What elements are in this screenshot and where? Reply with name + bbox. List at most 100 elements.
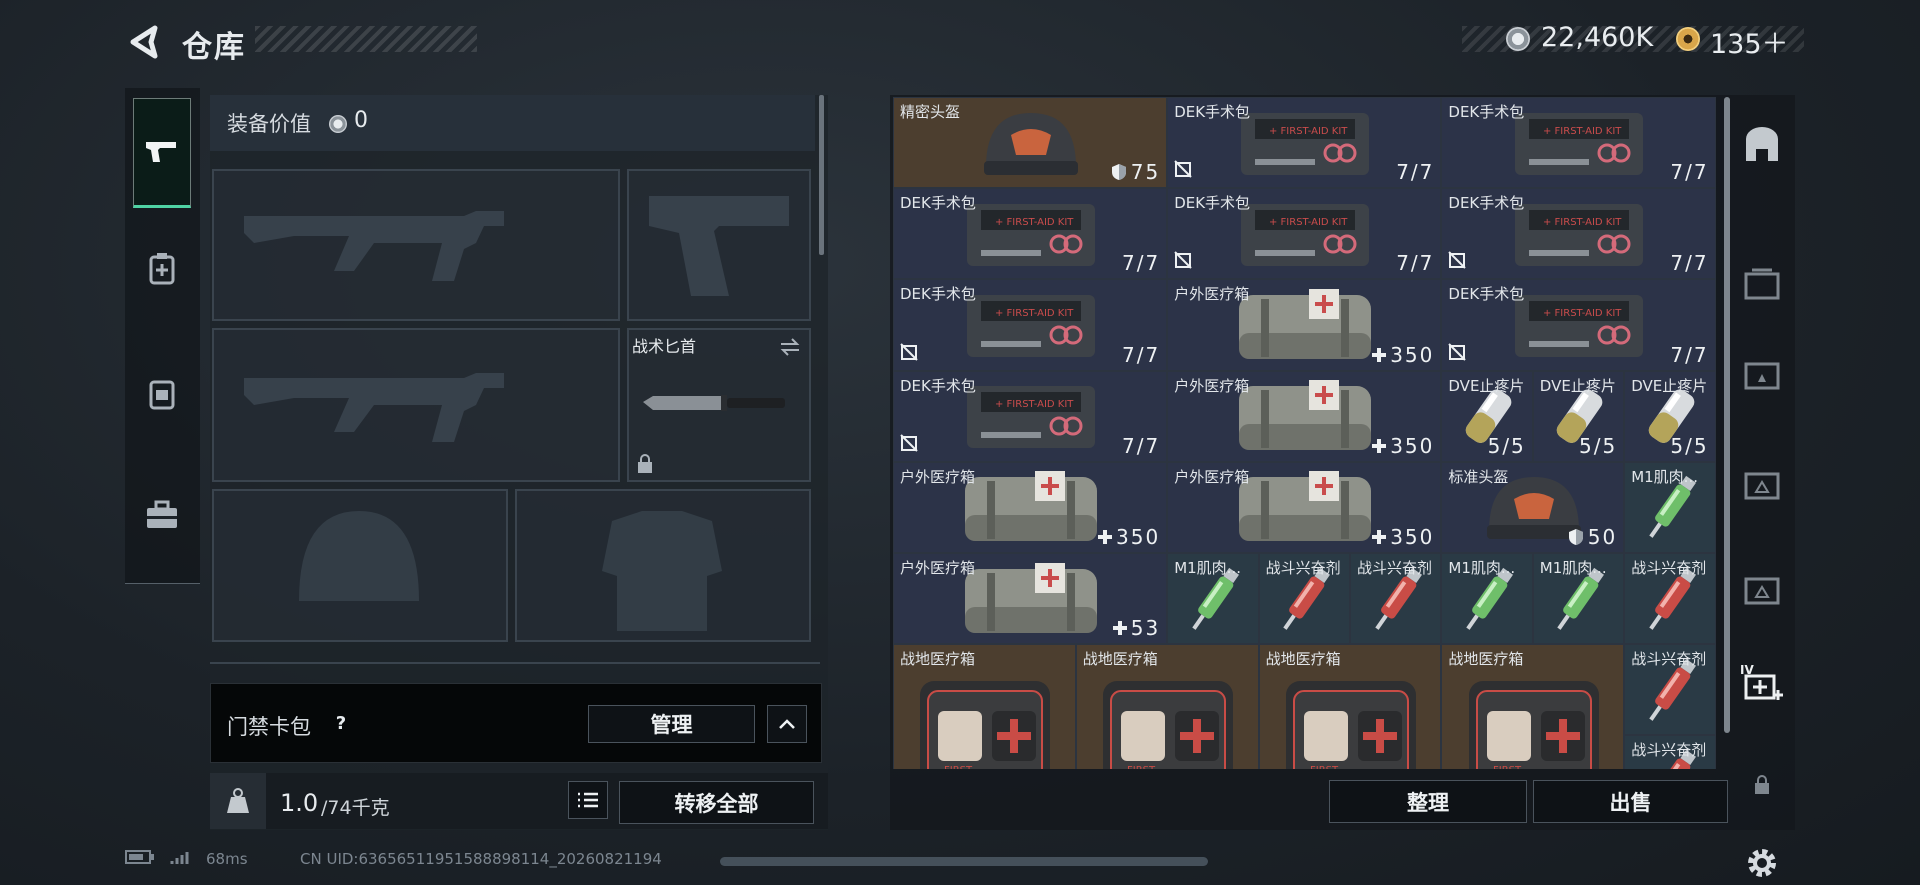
container-1-icon[interactable] [1740,262,1784,306]
item-name: 战斗兴奋剂 [1357,559,1433,577]
inventory-item[interactable]: M1肌肉... [1167,553,1259,645]
inventory-item[interactable]: DEK手术包 + FIRST-AID KIT 7/7 [1167,97,1442,189]
category-tabs [125,88,200,584]
item-name: DEK手术包 [1174,103,1251,121]
inventory-item[interactable]: 战地医疗箱 FIRST [893,644,1076,769]
field-medbox-icon: FIRST [1276,671,1426,769]
divider [210,662,820,664]
keycard-label: 门禁卡包 [227,715,311,739]
container-4-icon[interactable] [1740,567,1784,611]
settings-gear-icon[interactable] [1740,841,1784,885]
transfer-all-button[interactable]: 转移全部 [619,781,814,824]
field-medbox-icon: FIRST [1459,671,1609,769]
inventory-item[interactable]: DEK手术包 + FIRST-AID KIT 7/7 [893,370,1168,462]
armor-slot[interactable] [515,489,811,642]
inventory-item[interactable]: 户外医疗箱 350 [893,461,1168,553]
item-count: 350 [1371,525,1434,549]
item-name: 户外医疗箱 [900,467,976,486]
locked-slot-icon [1740,763,1784,807]
surgery-kit-icon: + FIRST-AID KIT [1509,287,1649,369]
inventory-item[interactable]: DEK手术包 + FIRST-AID KIT 7/7 [1441,97,1716,189]
inventory-item[interactable]: 战斗兴奋剂 [1624,553,1716,645]
inventory-item[interactable]: DEK手术包 + FIRST-AID KIT 7/7 [1441,188,1716,280]
inventory-item[interactable]: M1肌肉... [1624,461,1716,553]
back-arrow-icon [130,25,158,59]
inventory-item[interactable]: 战地医疗箱 FIRST [1441,644,1625,769]
inventory-item[interactable]: DVE止疼片 5/5 [1441,370,1533,462]
manage-button[interactable]: 管理 [588,705,755,743]
svg-text:FIRST: FIRST [1310,765,1339,769]
pistol-silhouette-icon [649,196,789,296]
tab-medical[interactable] [133,213,191,323]
item-name: M1肌肉... [1539,559,1607,577]
medical-container-icon[interactable]: IV [1740,660,1784,704]
item-name: DEK手术包 [1448,285,1525,304]
svg-text:+ FIRST-AID KIT: + FIRST-AID KIT [1543,308,1622,319]
item-count: 7/7 [1396,251,1435,276]
home-indicator[interactable] [720,857,1208,866]
silver-coin-icon [329,115,347,133]
tab-toolbox[interactable] [133,460,191,570]
inventory-item[interactable]: 战地医疗箱 FIRST [1258,644,1442,769]
primary-weapon-slot[interactable] [212,169,620,321]
inventory-item[interactable]: DVE止疼片 5/5 [1624,370,1716,462]
surgery-kit-icon: + FIRST-AID KIT [1235,105,1375,187]
inventory-item[interactable]: DEK手术包 + FIRST-AID KIT 7/7 [1167,188,1442,280]
safe-box-icon[interactable] [1740,123,1784,167]
rifle-silhouette-icon [244,211,504,281]
item-count: 7/7 [1670,251,1709,276]
chevron-up-icon [779,719,795,729]
inventory-item[interactable]: DEK手术包 + FIRST-AID KIT 7/7 [893,279,1168,371]
inventory-item[interactable]: 户外医疗箱 350 [1167,461,1442,553]
gold-currency[interactable]: 135＋ [1710,22,1789,61]
container-2-icon[interactable] [1740,352,1784,396]
inventory-item[interactable]: DVE止疼片 5/5 [1532,370,1625,462]
no-insure-icon [1174,160,1192,182]
tactical-knife-icon [643,395,785,411]
svg-text:+ FIRST-AID KIT: + FIRST-AID KIT [995,217,1074,228]
inventory-item[interactable]: 战斗兴奋剂 [1258,553,1350,645]
inventory-item[interactable]: 战斗兴奋剂 [1624,644,1716,736]
warehouse-screen: 仓库 22,460K 135＋ 装备价值 0 战术匕首 门禁卡包 ? 管理 1.… [0,0,1920,885]
organize-button[interactable]: 整理 [1329,780,1527,823]
inventory-item[interactable]: 战斗兴奋剂 [1350,553,1442,645]
svg-text:FIRST: FIRST [944,765,973,769]
item-name: 户外医疗箱 [900,559,976,577]
sell-button[interactable]: 出售 [1533,780,1728,823]
item-name: 户外医疗箱 [1174,376,1250,395]
item-name: DEK手术包 [1174,194,1251,213]
knife-slot-label: 战术匕首 [632,337,697,356]
helmet-slot[interactable] [212,489,508,642]
inventory-item[interactable]: M1肌肉... [1441,553,1533,645]
list-view-button[interactable] [568,781,608,819]
inventory-item[interactable]: M1肌肉... [1532,553,1625,645]
inventory-item[interactable]: 战斗兴奋剂 [1624,735,1716,769]
item-name: DEK手术包 [1448,103,1525,121]
swap-icon[interactable] [779,336,801,358]
weight-max: /74千克 [321,797,390,819]
tab-weapons[interactable] [133,98,191,208]
svg-text:FIRST: FIRST [1493,765,1522,769]
collapse-button[interactable] [767,705,807,743]
inventory-item[interactable]: DEK手术包 + FIRST-AID KIT 7/7 [1441,279,1716,371]
outdoor-medbox-icon [1235,467,1375,552]
inventory-item[interactable]: 户外医疗箱 350 [1167,370,1442,462]
inventory-item[interactable]: 精密头盔 75 [893,97,1168,189]
inventory-item[interactable]: 战地医疗箱 FIRST [1075,644,1259,769]
back-button[interactable] [125,22,165,62]
sidearm-slot[interactable] [627,169,811,321]
item-name: 战地医疗箱 [1265,650,1341,669]
help-icon[interactable]: ? [328,711,354,737]
loadout-scrollbar[interactable] [819,95,824,255]
item-count: 75 [1111,160,1160,184]
secondary-weapon-slot[interactable] [212,328,620,482]
container-3-icon[interactable] [1740,462,1784,506]
no-insure-icon [1174,251,1192,273]
item-name: 战地医疗箱 [1082,650,1158,669]
inventory-item[interactable]: 户外医疗箱 53 [893,553,1168,645]
inventory-item[interactable]: 标准头盔 50 [1441,461,1625,553]
tab-backpack[interactable] [133,338,191,448]
inventory-item[interactable]: DEK手术包 + FIRST-AID KIT 7/7 [893,188,1168,280]
item-name: DVE止疼片 [1448,376,1525,395]
inventory-item[interactable]: 户外医疗箱 350 [1167,279,1442,371]
